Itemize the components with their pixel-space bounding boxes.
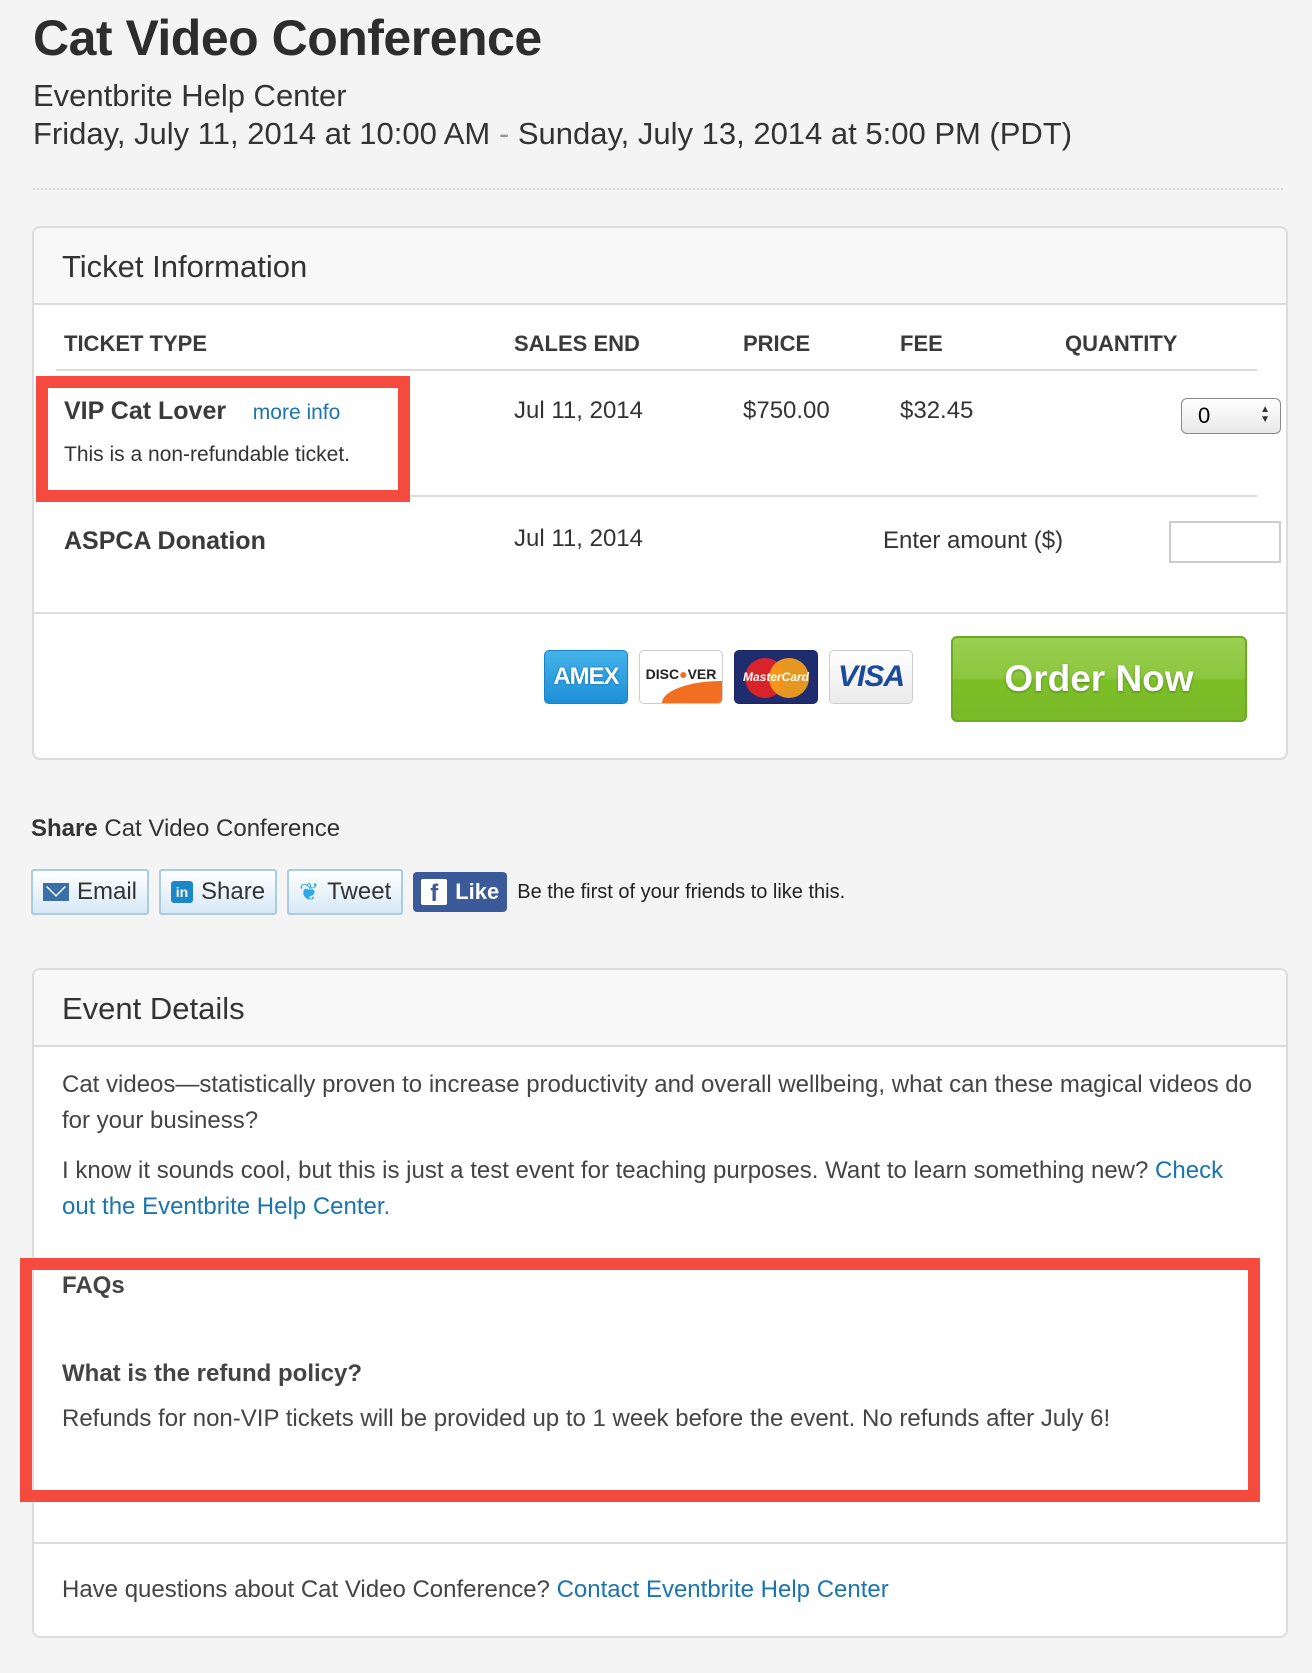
ticket-sales-end: Jul 11, 2014 [514, 397, 643, 424]
amex-label: AMEX [553, 663, 619, 690]
select-arrows-icon: ▲ ▼ [1260, 404, 1270, 425]
ticket-table: TICKET TYPE SALES END PRICE FEE QUANTITY… [56, 307, 1281, 615]
quantity-select[interactable]: 0 ▲ ▼ [1181, 398, 1281, 434]
share-label-bold: Share [31, 815, 98, 842]
more-info-link[interactable]: more info [253, 401, 341, 424]
ticket-information-panel: Ticket Information TICKET TYPE SALES END… [32, 226, 1288, 760]
column-sales-end: SALES END [514, 331, 640, 356]
details-panel-title: Event Details [62, 991, 245, 1026]
mastercard-card-icon: MasterCard [734, 650, 818, 704]
discover-label: DISC●VER [646, 666, 717, 682]
share-title: Share Cat Video Conference [31, 815, 340, 843]
faq-section: FAQs What is the refund policy? Refunds … [34, 1260, 1238, 1454]
contact-text: Have questions about Cat Video Conferenc… [62, 1576, 550, 1603]
ticket-panel-title: Ticket Information [62, 249, 308, 284]
facebook-like-button[interactable]: f Like [413, 872, 508, 912]
table-row: VIP Cat Lover more info This is a non-re… [56, 371, 1281, 497]
discover-label-pre: DISC [645, 666, 680, 682]
facebook-like-text: Be the first of your friends to like thi… [517, 880, 846, 903]
amex-card-icon: AMEX [544, 650, 628, 704]
donation-name: ASPCA Donation [64, 527, 266, 555]
event-organizer: Eventbrite Help Center [33, 78, 347, 113]
table-row: ASPCA Donation Jul 11, 2014 Enter amount… [56, 497, 1281, 615]
email-share-label: Email [77, 878, 138, 905]
paragraph-2-text: I know it sounds cool, but this is just … [62, 1157, 1149, 1184]
details-panel-footer: Have questions about Cat Video Conferenc… [34, 1542, 1286, 1636]
facebook-like-label: Like [455, 879, 500, 904]
event-description: Cat videos—statistically proven to incre… [34, 1047, 1286, 1225]
ticket-name-cell: VIP Cat Lover more info [64, 397, 340, 426]
header-divider [33, 188, 1283, 190]
discover-label-dot: ● [679, 666, 688, 682]
column-ticket-type: TICKET TYPE [64, 331, 208, 356]
ticket-fee: $32.45 [900, 397, 974, 424]
donation-amount-label: Enter amount ($) [883, 527, 1064, 554]
envelope-icon [43, 883, 69, 901]
contact-line: Have questions about Cat Video Conferenc… [62, 1576, 889, 1604]
description-paragraph-2: I know it sounds cool, but this is just … [62, 1153, 1258, 1225]
discover-card-icon: DISC●VER [639, 650, 723, 704]
twitter-bird-icon: ❦ [299, 878, 320, 906]
description-paragraph-1: Cat videos—statistically proven to incre… [62, 1071, 1252, 1134]
tweet-label: Tweet [327, 878, 392, 905]
faq-question: What is the refund policy? [62, 1360, 363, 1387]
share-buttons: Email in Share ❦ Tweet f Like Be the fir… [31, 869, 845, 915]
discover-label-post: VER [687, 666, 717, 682]
payment-cards: AMEX DISC●VER MasterCard VISA [544, 650, 913, 704]
ticket-table-header: TICKET TYPE SALES END PRICE FEE QUANTITY [56, 307, 1257, 371]
event-dates: Friday, July 11, 2014 at 10:00 AM - Sund… [33, 114, 1283, 154]
linkedin-icon: in [171, 881, 194, 903]
donation-amount-input[interactable] [1169, 521, 1281, 563]
share-label-rest: Cat Video Conference [104, 815, 341, 842]
column-price: PRICE [743, 331, 811, 356]
contact-help-center-link[interactable]: Contact Eventbrite Help Center [557, 1576, 889, 1603]
order-now-button[interactable]: Order Now [951, 636, 1247, 722]
tweet-button[interactable]: ❦ Tweet [287, 869, 404, 915]
event-title: Cat Video Conference [33, 10, 542, 66]
event-end: Sunday, July 13, 2014 at 5:00 PM (PDT) [517, 116, 1073, 151]
email-share-button[interactable]: Email [31, 869, 150, 915]
date-separator: - [498, 116, 510, 151]
linkedin-share-button[interactable]: in Share [159, 869, 278, 915]
facebook-icon: f [421, 879, 448, 907]
ticket-name: VIP Cat Lover [64, 397, 227, 425]
ticket-panel-footer: AMEX DISC●VER MasterCard VISA Order Now [34, 612, 1286, 758]
ticket-description: This is a non-refundable ticket. [64, 443, 350, 466]
details-panel-header: Event Details [34, 970, 1286, 1047]
column-quantity: QUANTITY [1065, 331, 1178, 356]
event-header: Cat Video Conference Eventbrite Help Cen… [33, 8, 1283, 154]
visa-label: VISA [837, 660, 905, 693]
faq-title: FAQs [62, 1272, 125, 1299]
ticket-panel-header: Ticket Information [34, 228, 1286, 305]
ticket-price: $750.00 [743, 397, 830, 424]
mastercard-label: MasterCard [742, 670, 810, 684]
visa-card-icon: VISA [829, 650, 913, 704]
faq-answer: Refunds for non-VIP tickets will be prov… [62, 1405, 1111, 1432]
quantity-value: 0 [1198, 403, 1211, 428]
donation-sales-end: Jul 11, 2014 [514, 525, 643, 552]
linkedin-share-label: Share [201, 878, 266, 905]
column-fee: FEE [900, 331, 943, 356]
event-start: Friday, July 11, 2014 at 10:00 AM [33, 116, 491, 151]
event-details-panel: Event Details Cat videos—statistically p… [32, 968, 1288, 1638]
